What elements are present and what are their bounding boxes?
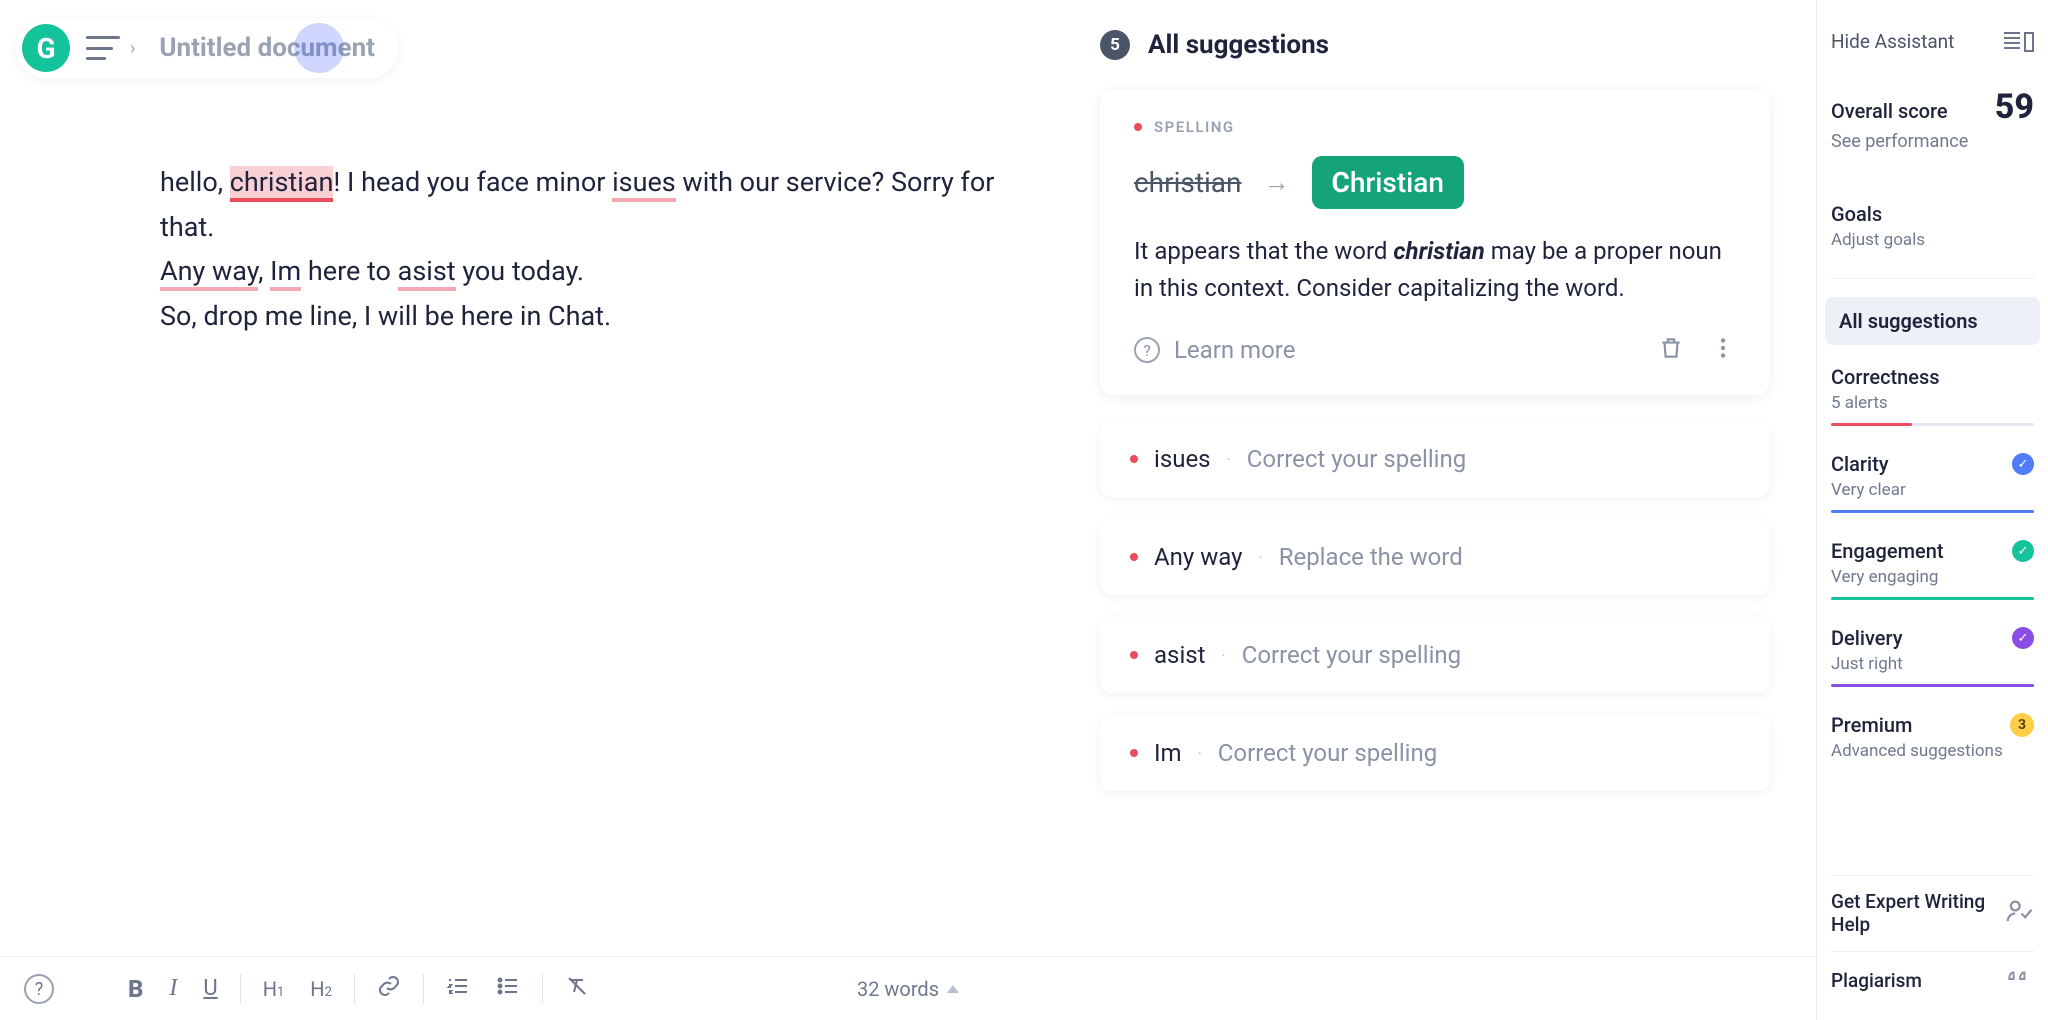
formatting-toolbar: ? B I U H1 H2 32 words xyxy=(0,956,1816,1020)
check-icon: ✓ xyxy=(2012,627,2034,649)
arrow-right-icon: → xyxy=(1264,167,1290,198)
underline-button[interactable]: U xyxy=(203,976,217,1001)
editor-line: hello, christian! I head you face minor … xyxy=(160,160,1000,249)
grammarly-logo[interactable] xyxy=(22,24,70,72)
category-dot-icon xyxy=(1130,553,1138,561)
link-button[interactable] xyxy=(377,974,401,1004)
divider xyxy=(542,974,543,1004)
unordered-list-button[interactable] xyxy=(496,974,520,1004)
premium-count-badge: 3 xyxy=(2010,713,2034,737)
divider xyxy=(354,974,355,1004)
word-count[interactable]: 32 words xyxy=(857,977,959,1001)
learn-more-link[interactable]: ? Learn more xyxy=(1134,336,1295,364)
overall-score-value: 59 xyxy=(1995,87,2034,127)
italic-button[interactable]: I xyxy=(169,975,177,1002)
help-icon[interactable]: ? xyxy=(24,974,54,1004)
clear-formatting-button[interactable] xyxy=(565,974,589,1004)
hide-assistant-button[interactable]: Hide Assistant xyxy=(1831,30,1954,53)
editor-canvas[interactable]: hello, christian! I head you face minor … xyxy=(160,160,1000,338)
check-icon: ✓ xyxy=(2012,540,2034,562)
goals-section[interactable]: Goals Adjust goals xyxy=(1831,202,2034,250)
delivery-metric[interactable]: Delivery ✓ Just right xyxy=(1831,626,2034,687)
engagement-metric[interactable]: Engagement ✓ Very engaging xyxy=(1831,539,2034,600)
person-check-icon xyxy=(2004,896,2034,930)
bold-button[interactable]: B xyxy=(128,975,143,1003)
expert-help-link[interactable]: Get Expert Writing Help xyxy=(1831,875,2034,952)
suggestion-card[interactable]: Any way · Replace the word xyxy=(1100,519,1770,595)
category-dot-icon xyxy=(1130,749,1138,757)
premium-metric[interactable]: Premium 3 Advanced suggestions xyxy=(1831,713,2034,761)
more-options-button[interactable] xyxy=(1710,333,1736,367)
suggestion-card[interactable]: isues · Correct your spelling xyxy=(1100,421,1770,497)
tour-highlight-pulse xyxy=(294,23,344,73)
menu-icon[interactable] xyxy=(86,36,120,60)
apply-fix-button[interactable]: Christian xyxy=(1312,156,1464,209)
clarity-metric[interactable]: Clarity ✓ Very clear xyxy=(1831,452,2034,513)
triangle-up-icon xyxy=(947,985,959,993)
chevron-right-icon: › xyxy=(130,38,135,59)
editor-line: So, drop me line, I will be here in Chat… xyxy=(160,294,1000,339)
overall-score-section[interactable]: Overall score 59 See performance xyxy=(1831,87,2034,180)
heading1-button[interactable]: H1 xyxy=(263,977,285,1001)
progress-bar xyxy=(1831,597,2034,600)
check-icon: ✓ xyxy=(2012,453,2034,475)
suggestion-count-badge: 5 xyxy=(1100,30,1130,60)
panel-toggle-icon[interactable] xyxy=(2004,32,2034,52)
flag-im[interactable]: Im xyxy=(270,255,301,291)
quotes-icon xyxy=(2004,966,2034,996)
divider xyxy=(240,974,241,1004)
top-toolbar: › Untitled document xyxy=(16,18,399,78)
divider xyxy=(423,974,424,1004)
question-icon: ? xyxy=(1134,337,1160,363)
ordered-list-button[interactable] xyxy=(446,974,470,1004)
all-suggestions-tab[interactable]: All suggestions xyxy=(1825,297,2040,345)
document-title[interactable]: Untitled document xyxy=(151,29,383,67)
category-dot-icon xyxy=(1130,455,1138,463)
category-dot-icon xyxy=(1134,123,1142,131)
flag-christian[interactable]: christian xyxy=(230,166,334,202)
suggestion-explanation: It appears that the word christian may b… xyxy=(1134,233,1736,307)
progress-bar xyxy=(1831,423,2034,426)
wrong-word: christian xyxy=(1134,166,1242,199)
progress-bar xyxy=(1831,684,2034,687)
progress-bar xyxy=(1831,510,2034,513)
suggestion-card[interactable]: asist · Correct your spelling xyxy=(1100,617,1770,693)
suggestion-category: SPELLING xyxy=(1154,118,1235,136)
heading2-button[interactable]: H2 xyxy=(310,977,332,1001)
correctness-metric[interactable]: Correctness 5 alerts xyxy=(1831,365,2034,426)
suggestion-card[interactable]: Im · Correct your spelling xyxy=(1100,715,1770,791)
plagiarism-link[interactable]: Plagiarism xyxy=(1831,951,2034,1010)
dismiss-suggestion-button[interactable] xyxy=(1658,333,1684,367)
flag-isues[interactable]: isues xyxy=(612,166,676,202)
assistant-sidebar: Hide Assistant Overall score 59 See perf… xyxy=(1816,0,2048,1020)
divider xyxy=(1831,278,2034,279)
suggestions-title: All suggestions xyxy=(1148,30,1329,60)
suggestions-panel: 5 All suggestions SPELLING christian → C… xyxy=(1100,30,1770,813)
flag-anyway[interactable]: Any way xyxy=(160,255,258,291)
suggestion-card-expanded[interactable]: SPELLING christian → Christian It appear… xyxy=(1100,90,1770,395)
category-dot-icon xyxy=(1130,651,1138,659)
editor-line: Any way, Im here to asist you today. xyxy=(160,249,1000,294)
flag-asist[interactable]: asist xyxy=(398,255,456,291)
